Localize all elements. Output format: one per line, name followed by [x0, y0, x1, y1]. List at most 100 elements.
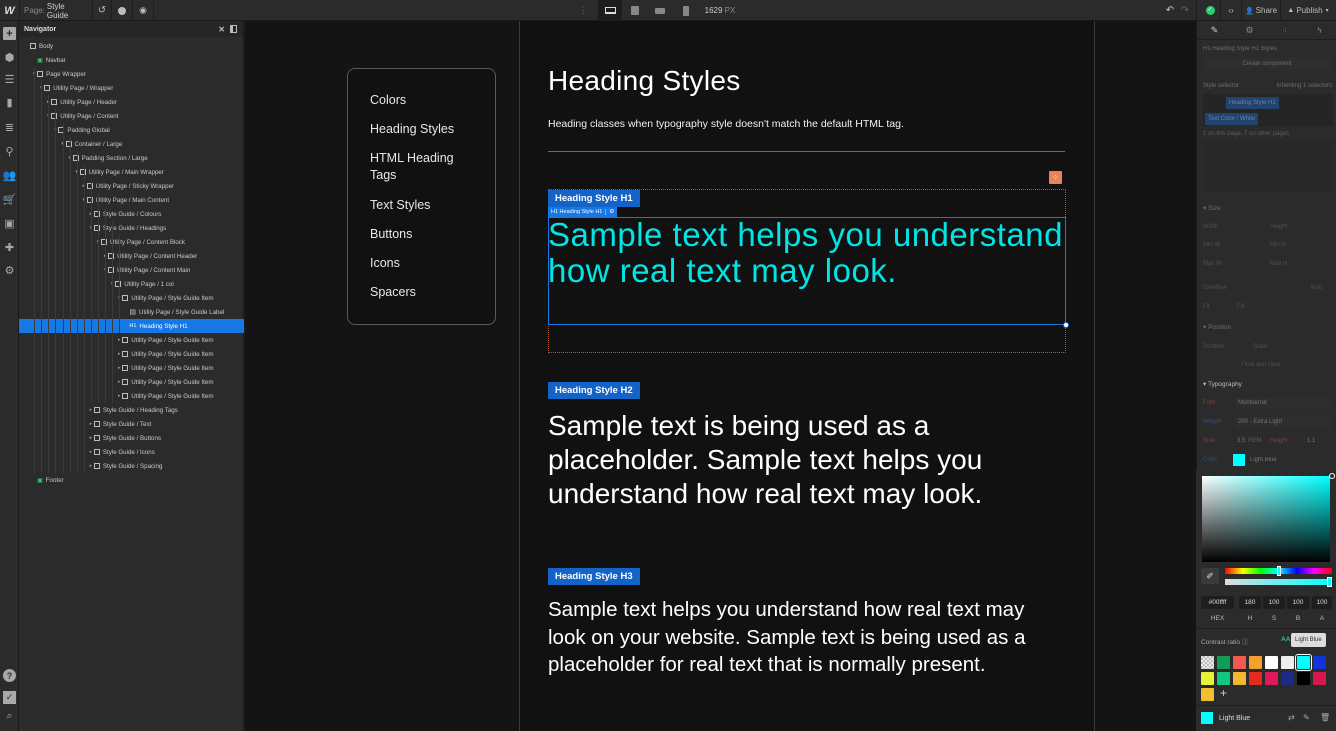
navigator-icon[interactable]: ☰: [3, 73, 16, 86]
font-size-input[interactable]: 3.5: [1237, 438, 1245, 444]
toc-link-heading-styles[interactable]: Heading Styles: [370, 121, 480, 138]
font-select[interactable]: Montserrat: [1235, 398, 1331, 409]
color-swatch-item[interactable]: [1233, 656, 1246, 669]
share-button[interactable]: 👤 Share: [1243, 0, 1279, 21]
webflow-logo[interactable]: W: [0, 0, 19, 21]
navigator-item[interactable]: ▾Page Wrapper: [19, 67, 244, 81]
color-swatch[interactable]: [1233, 454, 1245, 466]
color-swatch-item[interactable]: [1249, 672, 1262, 685]
cms-icon[interactable]: ≣: [3, 121, 16, 134]
navigator-item[interactable]: ▾Utility Page / 1 col: [19, 277, 244, 291]
navigator-item[interactable]: ▸Utility Page / Sticky Wrapper: [19, 179, 244, 193]
line-height-input[interactable]: 1.1: [1307, 438, 1315, 444]
gear-icon[interactable]: ⚙: [605, 209, 614, 215]
sample-heading-h1[interactable]: Sample text helps you understand how rea…: [548, 217, 1068, 289]
code-icon[interactable]: ‹›: [1221, 0, 1241, 21]
navigator-item[interactable]: ▸ Utility Page / Style Guide Item: [19, 347, 244, 361]
trash-icon[interactable]: 🗑: [1320, 713, 1330, 722]
components-icon[interactable]: ⬢: [3, 51, 16, 64]
add-icon[interactable]: +: [3, 27, 16, 40]
navigator-item[interactable]: ▾Utility Page / Style Guide Item: [19, 291, 244, 305]
font-size-unit[interactable]: REM: [1248, 438, 1261, 444]
navigator-item[interactable]: ▾Utility Page / Content Block: [19, 235, 244, 249]
sample-heading-h2[interactable]: Sample text is being used as a placehold…: [548, 409, 1058, 511]
color-swatch-item[interactable]: [1249, 656, 1262, 669]
alpha-handle[interactable]: [1327, 577, 1332, 587]
color-swatch-item[interactable]: [1313, 656, 1326, 669]
swatch-selected[interactable]: [1295, 654, 1312, 671]
style-tab-brush-icon[interactable]: ✎: [1197, 21, 1232, 40]
publish-button[interactable]: ▲ Publish ▾: [1282, 0, 1334, 21]
class-chip[interactable]: Heading Style H1: [1226, 97, 1279, 109]
design-canvas[interactable]: Colors Heading Styles HTML Heading Tags …: [245, 21, 1196, 731]
style-guide-label-h2[interactable]: Heading Style H2: [548, 382, 640, 399]
size-section-header[interactable]: ▾ Size: [1197, 204, 1336, 212]
navigator-item[interactable]: ▾Utility Page / Main Wrapper: [19, 165, 244, 179]
ecommerce-icon[interactable]: 🛒: [3, 193, 17, 206]
color-swatch-item[interactable]: [1201, 688, 1214, 701]
toc-link-colors[interactable]: Colors: [370, 92, 480, 109]
audit-icon[interactable]: ✓: [3, 691, 16, 704]
navigator-item[interactable]: ▸ Utility Page / Style Guide Item: [19, 375, 244, 389]
navigator-item[interactable]: ▸Style Guide / Colours: [19, 207, 244, 221]
toc-link-buttons[interactable]: Buttons: [370, 226, 480, 243]
breakpoint-desktop-base[interactable]: [598, 0, 622, 21]
hue-input[interactable]: 180: [1239, 596, 1261, 609]
style-guide-label-h3[interactable]: Heading Style H3: [548, 568, 640, 585]
redo-icon[interactable]: ↷: [1178, 0, 1192, 21]
logic-icon[interactable]: ⚲: [3, 145, 16, 158]
navigator-item[interactable]: ▸Utility Page / Header: [19, 95, 244, 109]
toc-link-text-styles[interactable]: Text Styles: [370, 197, 480, 214]
toc-link-spacers[interactable]: Spacers: [370, 284, 480, 301]
toc-link-html-heading-tags[interactable]: HTML Heading Tags: [370, 150, 470, 184]
create-component-button[interactable]: Create component: [1203, 58, 1331, 70]
pages-icon[interactable]: ▮: [3, 96, 16, 109]
hex-input[interactable]: #00ffff: [1201, 596, 1234, 609]
alpha-slider[interactable]: [1225, 579, 1332, 585]
inheriting-selectors[interactable]: Inheriting 1 selectors: [1277, 83, 1332, 89]
sample-heading-h3[interactable]: Sample text helps you understand how rea…: [548, 596, 1058, 679]
navigator-item[interactable]: ▾Utility Page / Content Main: [19, 263, 244, 277]
add-swatch-icon[interactable]: +: [1220, 686, 1227, 700]
color-value[interactable]: Light Blue: [1250, 457, 1277, 463]
saturation-input[interactable]: 100: [1263, 596, 1285, 609]
navigator-item[interactable]: ▸ Style Guide / Heading Tags: [19, 403, 244, 417]
breakpoint-mobile-portrait[interactable]: [678, 0, 694, 21]
fit-select[interactable]: Fill: [1237, 304, 1245, 310]
navigator-item[interactable]: ▸ Style Guide / Icons: [19, 445, 244, 459]
color-swatch-item[interactable]: [1201, 672, 1214, 685]
color-swatch-item[interactable]: [1281, 656, 1294, 669]
navigator-item[interactable]: ▸ Style Guide / Buttons: [19, 431, 244, 445]
color-swatch-item[interactable]: [1265, 656, 1278, 669]
color-swatch-item[interactable]: [1297, 672, 1310, 685]
float-clear-toggle[interactable]: Float and clear: [1241, 362, 1281, 368]
navigator-item[interactable]: ▸Utility Page / Content Header: [19, 249, 244, 263]
search-icon[interactable]: ⌕: [3, 710, 16, 723]
edit-pencil-icon[interactable]: ✎: [1303, 713, 1310, 722]
lightning-tab-icon[interactable]: ϟ: [1302, 21, 1336, 40]
hue-handle[interactable]: [1277, 566, 1281, 576]
status-check-icon[interactable]: ✓: [1203, 0, 1217, 21]
color-swatch-item[interactable]: [1217, 656, 1230, 669]
settings-icon[interactable]: ⚙: [3, 264, 16, 277]
typography-section-header[interactable]: ▾ Typography: [1197, 380, 1336, 388]
comments-icon[interactable]: [112, 0, 132, 21]
preview-icon[interactable]: ◉: [133, 0, 153, 21]
element-settings-icon[interactable]: ⁘: [1049, 171, 1062, 184]
navigator-item[interactable]: ▣ Footer: [19, 473, 244, 487]
resize-handle[interactable]: [1063, 322, 1069, 328]
navigator-item[interactable]: ▤ Utility Page / Style Guide Label: [19, 305, 244, 319]
color-swatch-item[interactable]: [1313, 672, 1326, 685]
help-icon[interactable]: ?: [3, 669, 16, 682]
breakpoint-tablet[interactable]: [626, 0, 644, 21]
alpha-input[interactable]: 100: [1312, 596, 1332, 609]
navigator-item[interactable]: ▸ Style Guide / Text: [19, 417, 244, 431]
apps-icon[interactable]: ✚: [3, 241, 16, 254]
eyedropper-icon[interactable]: ✐: [1201, 568, 1219, 584]
style-guide-label-h1[interactable]: Heading Style H1: [548, 190, 640, 207]
navigator-item[interactable]: ▾Style Guide / Headings: [19, 221, 244, 235]
swap-icon[interactable]: ⇄: [1288, 713, 1295, 722]
brightness-input[interactable]: 100: [1287, 596, 1309, 609]
combo-class-chip[interactable]: Text Color / White: [1205, 113, 1259, 125]
navigator-item[interactable]: ▾Utility Page / Content: [19, 109, 244, 123]
